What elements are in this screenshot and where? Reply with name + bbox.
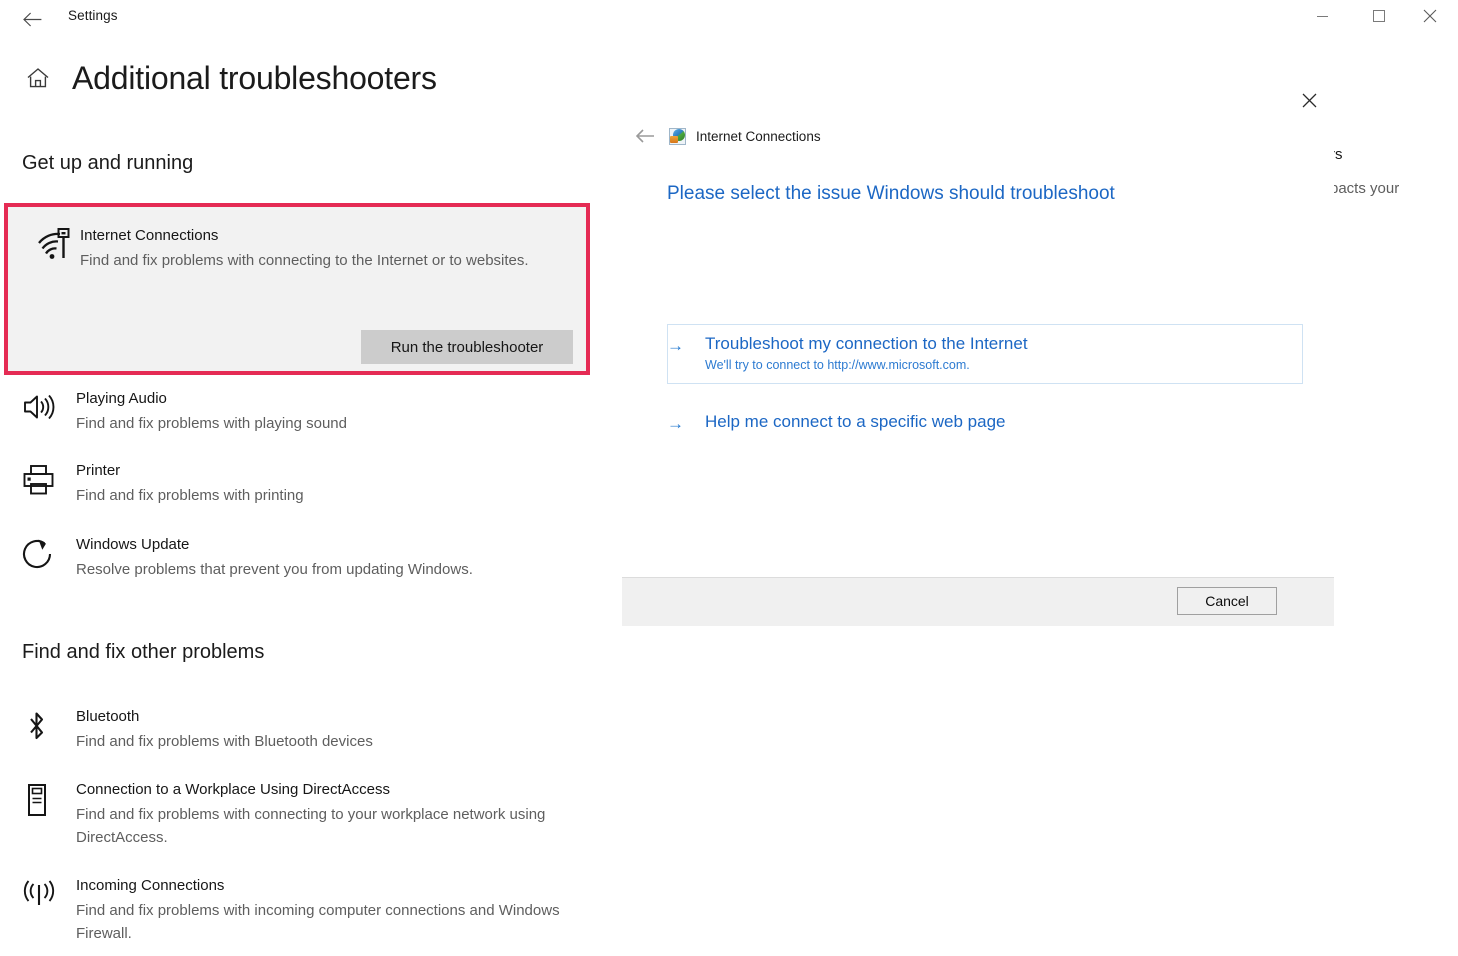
- dialog-back-button[interactable]: [630, 124, 660, 148]
- arrow-right-icon: →: [667, 414, 684, 433]
- dialog-footer: Cancel: [622, 577, 1334, 626]
- internet-connections-troubleshooter-dialog: Internet Connections Please select the i…: [622, 80, 1334, 626]
- troubleshooter-card-internet-connections[interactable]: Internet Connections Find and fix proble…: [4, 203, 590, 375]
- page-header: Additional troubleshooters: [22, 62, 437, 94]
- home-icon[interactable]: [22, 62, 54, 94]
- dialog-navigation-bar: Internet Connections: [630, 124, 821, 148]
- page-title: Additional troubleshooters: [72, 60, 437, 96]
- row-description: Find and fix problems with Bluetooth dev…: [76, 733, 373, 750]
- row-description: Find and fix problems with incoming comp…: [76, 902, 560, 942]
- row-description: Find and fix problems with printing: [76, 487, 304, 504]
- row-description: Find and fix problems with connecting to…: [76, 806, 546, 846]
- row-title: Playing Audio: [76, 390, 167, 407]
- window-titlebar: Settings: [0, 0, 1458, 38]
- speaker-audio-icon: [22, 392, 64, 430]
- minimize-button[interactable]: [1299, 0, 1345, 32]
- back-arrow-icon: [635, 129, 654, 143]
- row-title: Windows Update: [76, 536, 190, 553]
- occluded-settings-text-line2: pacts your: [1330, 180, 1400, 197]
- option-label[interactable]: Help me connect to a specific web page: [705, 412, 1006, 432]
- window-close-button[interactable]: [1407, 0, 1453, 32]
- maximize-button[interactable]: [1356, 0, 1402, 32]
- incoming-signal-icon: [22, 879, 64, 917]
- option-label[interactable]: Troubleshoot my connection to the Intern…: [705, 334, 1028, 354]
- arrow-right-icon: →: [667, 336, 684, 355]
- close-icon: [1302, 93, 1316, 107]
- row-title: Connection to a Workplace Using DirectAc…: [76, 781, 391, 798]
- row-title: Bluetooth: [76, 708, 140, 725]
- internet-connections-icon: [669, 127, 686, 145]
- window-title: Settings: [68, 8, 118, 23]
- printer-icon: [22, 464, 64, 502]
- option-sublabel: We'll try to connect to http://www.micro…: [705, 358, 970, 372]
- card-title: Internet Connections: [80, 227, 219, 244]
- section-heading-get-up-and-running: Get up and running: [22, 152, 194, 174]
- maximize-icon: [1373, 10, 1385, 22]
- workplace-device-icon: [22, 783, 64, 821]
- card-description: Find and fix problems with connecting to…: [80, 252, 529, 269]
- row-title: Printer: [76, 462, 121, 479]
- dialog-app-title: Internet Connections: [696, 128, 821, 144]
- focused-option-outline: [667, 324, 1303, 384]
- back-arrow-icon: [22, 12, 41, 26]
- wifi-internet-icon: [34, 227, 74, 267]
- settings-back-button[interactable]: [14, 3, 50, 35]
- cancel-button[interactable]: Cancel: [1177, 587, 1277, 615]
- row-description: Resolve problems that prevent you from u…: [76, 561, 473, 578]
- row-title: Incoming Connections: [76, 877, 225, 894]
- section-heading-find-and-fix-other-problems: Find and fix other problems: [22, 641, 265, 663]
- dialog-heading: Please select the issue Windows should t…: [667, 183, 1115, 204]
- run-the-troubleshooter-button[interactable]: Run the troubleshooter: [361, 330, 573, 364]
- refresh-update-icon: [22, 538, 64, 576]
- dialog-close-button[interactable]: [1292, 85, 1326, 115]
- minimize-icon: [1316, 15, 1328, 17]
- close-icon: [1423, 9, 1437, 23]
- row-description: Find and fix problems with playing sound: [76, 415, 347, 432]
- bluetooth-icon: [22, 710, 64, 748]
